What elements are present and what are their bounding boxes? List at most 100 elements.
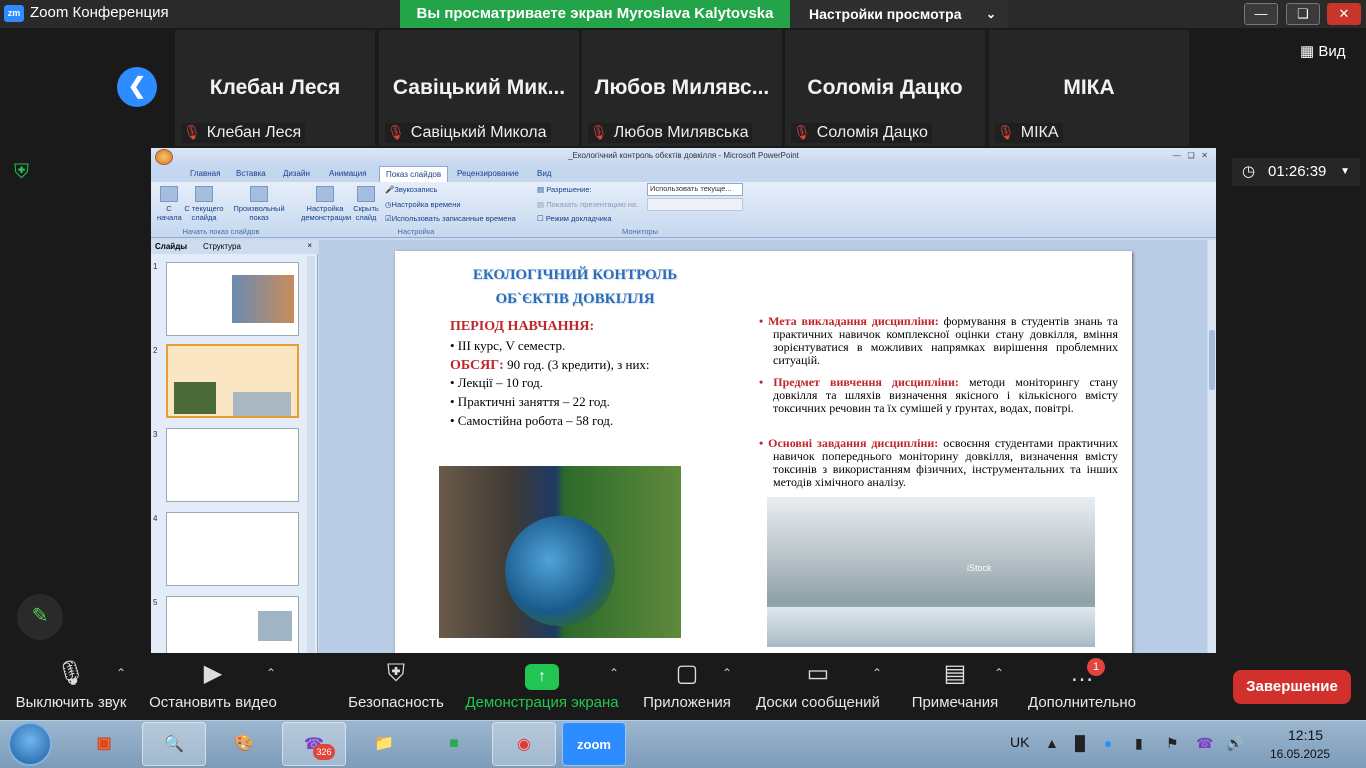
tray-icon[interactable]: ▲ [1045, 735, 1059, 751]
notes-button[interactable]: ▤ Примечания ⌃ [908, 656, 1004, 711]
screen-share-banner: Вы просматриваете экран Myroslava Kalyto… [400, 0, 790, 28]
shield-icon[interactable]: ⛨ [14, 161, 36, 183]
current-slide[interactable]: ЕКОЛОГІЧНИЙ КОНТРОЛЬ ОБ`ЄКТІВ ДОВКІЛЛЯ П… [395, 251, 1132, 653]
participant-tile[interactable]: Савіцький Мик... 🎙 Савіцький Микола [379, 30, 579, 146]
slide-thumbnail[interactable] [166, 428, 299, 502]
more-button[interactable]: … Дополнительно [1024, 656, 1140, 711]
security-button[interactable]: ⛨ Безопасность [347, 656, 445, 711]
tab-animation[interactable]: Анимация [329, 169, 367, 178]
chevron-up-icon[interactable]: ⌃ [116, 666, 126, 680]
share-screen-icon: ↑ [463, 656, 621, 694]
rehearse-timings-button[interactable]: ◷Настройка времени [385, 200, 461, 209]
participant-name: Савіцький Мик... [392, 76, 566, 99]
taskbar-paint-icon[interactable]: 🎨 [212, 722, 276, 766]
participant-tile[interactable]: Любов Милявс... 🎙 Любов Милявська [582, 30, 782, 146]
selfwork-text: • Самостійна робота – 58 год. [450, 413, 614, 428]
taskbar-clock-time[interactable]: 12:15 [1288, 727, 1323, 743]
taskbar-folder-icon[interactable]: 📁 [352, 722, 416, 766]
slide-thumbnail[interactable] [166, 512, 299, 586]
participant-name: МІКА [1063, 76, 1115, 99]
slide-thumbnail-selected[interactable] [166, 344, 299, 418]
subject-paragraph: • Предмет вивчення дисципліни: методи мо… [759, 375, 1118, 415]
taskbar-zoom-icon[interactable]: zoom [562, 722, 626, 766]
meeting-timer[interactable]: ◷ 01:26:39 ▼ [1232, 158, 1360, 186]
slide-number: 4 [153, 514, 158, 523]
tab-slides[interactable]: Слайды [155, 242, 187, 251]
tab-review[interactable]: Рецензирование [457, 169, 519, 178]
participant-tile[interactable]: Соломія Дацко 🎙 Соломія Дацко [785, 30, 985, 146]
zoom-tray-icon[interactable]: ● [1104, 735, 1112, 751]
viber-tray-icon[interactable]: ☎ [1196, 735, 1213, 752]
chevron-up-icon[interactable]: ⌃ [266, 666, 276, 680]
tab-view[interactable]: Вид [537, 169, 551, 178]
chevron-down-icon: ▼ [1340, 166, 1350, 177]
chevron-up-icon[interactable]: ⌃ [872, 666, 882, 680]
participant-tile[interactable]: МІКА 🎙 МІКА [989, 30, 1189, 146]
tab-insert[interactable]: Вставка [236, 169, 266, 178]
participant-tile[interactable]: Клебан Леся 🎙 Клебан Леся [175, 30, 375, 146]
record-narration-button[interactable]: 🎤Звукозапись [385, 185, 437, 194]
chevron-up-icon[interactable]: ⌃ [722, 666, 732, 680]
hide-slide-button[interactable]: Скрыть слайд [351, 186, 381, 222]
viber-unread-badge: 326 [313, 744, 335, 760]
presenter-view-checkbox[interactable]: ☐ Режим докладчика [537, 214, 612, 223]
vertical-scrollbar[interactable] [1208, 240, 1216, 653]
tab-home[interactable]: Главная [190, 169, 220, 178]
tab-design[interactable]: Дизайн [283, 169, 310, 178]
tab-outline[interactable]: Структура [203, 242, 241, 251]
slideshow-icon [160, 186, 178, 202]
view-layout-button[interactable]: ▦ Вид [1300, 42, 1346, 60]
tab-slideshow[interactable]: Показ слайдов [379, 166, 449, 182]
resolution-select[interactable]: Использовать текуще... [647, 183, 743, 196]
taskbar-chrome-icon[interactable]: ◉ [492, 722, 556, 766]
pane-scrollbar[interactable] [307, 256, 315, 653]
flag-icon[interactable]: ⚑ [1166, 735, 1179, 752]
slide-thumbnail[interactable] [166, 596, 299, 653]
stop-video-button[interactable]: ▶ Остановить видео ⌃ [148, 656, 278, 711]
volume-icon[interactable]: 🔊 [1226, 735, 1243, 752]
use-timings-checkbox[interactable]: ☑Использовать записанные времена [385, 214, 516, 223]
mute-button[interactable]: 🎙 Выключить звук ⌃ [12, 656, 130, 711]
taskbar-app-icon[interactable]: ▣ [72, 722, 136, 766]
slideshow-icon [195, 186, 213, 202]
period-heading: ПЕРІОД НАВЧАННЯ: [450, 319, 595, 334]
apps-button[interactable]: ▢ Приложения ⌃ [640, 656, 734, 711]
show-on-select[interactable] [647, 198, 743, 211]
ppt-window-controls[interactable]: — ❏ ✕ [1173, 148, 1208, 164]
from-start-button[interactable]: С начала [157, 186, 182, 222]
taskbar-clock-date[interactable]: 16.05.2025 [1270, 747, 1330, 761]
taskbar-magnifier-icon[interactable]: 🔍 [142, 722, 206, 766]
participant-label: 🎙 Любов Милявська [588, 123, 753, 143]
goal-paragraph: • Мета викладання дисципліни: формування… [759, 314, 1118, 367]
start-button-icon[interactable] [8, 722, 52, 766]
laboratory-image: iStock [767, 497, 1095, 647]
network-icon[interactable]: █ [1075, 735, 1085, 751]
office-button-icon[interactable] [155, 149, 173, 165]
battery-icon[interactable]: ▮ [1135, 735, 1143, 752]
checkbox-checked-icon: ☑ [385, 214, 392, 223]
scroll-thumb[interactable] [1209, 330, 1215, 390]
maximize-button[interactable]: ❏ [1286, 3, 1320, 25]
pane-tabs: Слайды Структура × [151, 240, 318, 254]
participant-label: 🎙 Соломія Дацко [791, 123, 932, 143]
setup-show-button[interactable]: Настройка демонстрации [301, 186, 351, 222]
taskbar-meet-icon[interactable]: ■ [422, 722, 486, 766]
close-icon[interactable]: × [307, 241, 312, 250]
participant-name: Соломія Дацко [807, 76, 963, 99]
minimize-button[interactable]: — [1244, 3, 1278, 25]
slide-thumbnail[interactable] [166, 262, 299, 336]
from-current-button[interactable]: С текущего слайда [183, 186, 225, 222]
view-settings-dropdown[interactable]: Настройки просмотра ⌄ [790, 0, 1008, 28]
back-arrow-button[interactable]: ❮ [117, 67, 157, 107]
language-indicator[interactable]: UK [1010, 734, 1029, 750]
share-screen-button[interactable]: ↑ Демонстрация экрана ⌃ [463, 656, 621, 711]
microphone-icon: 🎤 [385, 185, 395, 194]
annotate-pencil-button[interactable]: ✎ [17, 594, 63, 640]
whiteboards-button[interactable]: ▭ Доски сообщений ⌃ [752, 656, 884, 711]
end-meeting-button[interactable]: Завершение [1233, 670, 1351, 704]
chevron-up-icon[interactable]: ⌃ [609, 666, 619, 680]
chevron-up-icon[interactable]: ⌃ [994, 666, 1004, 680]
custom-show-button[interactable]: Произвольный показ [231, 186, 287, 222]
taskbar-viber-icon[interactable]: ☎ [282, 722, 346, 766]
close-button[interactable]: ✕ [1327, 3, 1361, 25]
